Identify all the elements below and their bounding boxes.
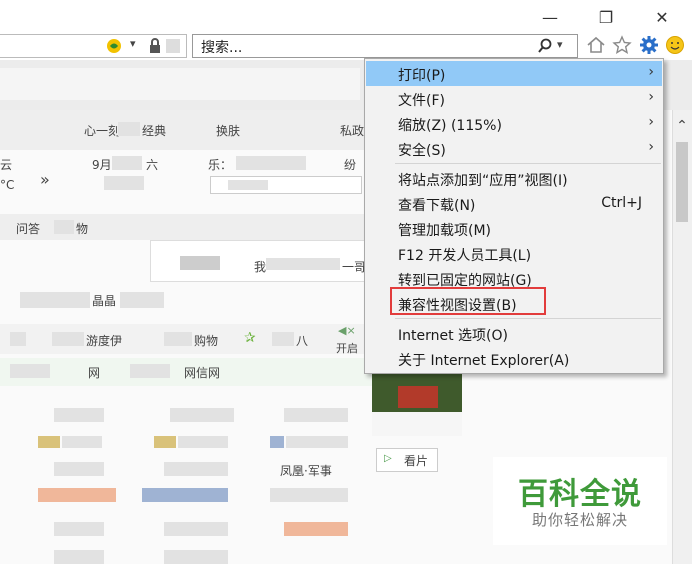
page-text: 一哥 <box>342 260 367 274</box>
menu-separator <box>395 318 661 319</box>
page-text: 游度伊 <box>86 334 123 348</box>
chevron-right-icon: › <box>648 139 654 155</box>
search-input[interactable]: 搜索... <box>201 37 242 57</box>
page-text: 晶晶 <box>92 294 117 308</box>
favorites-star-icon[interactable] <box>612 35 632 55</box>
page-text: 网信网 <box>184 366 221 380</box>
feedback-smiley-icon[interactable] <box>665 35 685 55</box>
scroll-up-icon[interactable]: ⌃ <box>674 118 690 134</box>
page-text: 云 <box>0 158 13 172</box>
page-text: 私政 <box>340 124 365 138</box>
chevron-right-icon: › <box>648 114 654 130</box>
close-button[interactable]: ✕ <box>642 4 682 30</box>
minimize-button[interactable]: — <box>530 4 570 30</box>
menu-item-label: 查看下载(N) <box>398 198 476 214</box>
dropdown-arrow-icon[interactable]: ▾ <box>130 37 136 50</box>
menu-item-internet-options[interactable]: Internet 选项(O) <box>366 321 662 346</box>
home-icon[interactable] <box>586 35 606 55</box>
highlight-annotation-box <box>390 287 546 315</box>
page-text: 问答 <box>16 222 41 236</box>
menu-item-label: 安全(S) <box>398 143 446 159</box>
page-text: 心一刻 <box>84 124 121 138</box>
settings-gear-icon[interactable] <box>639 35 659 55</box>
restore-button[interactable]: ❐ <box>586 4 626 30</box>
menu-item-manage-addons[interactable]: 管理加载项(M) <box>366 216 662 241</box>
menu-item-label: 关于 Internet Explorer(A) <box>398 353 570 369</box>
page-text: 9月 <box>92 158 112 172</box>
menu-item-view-downloads[interactable]: 查看下载(N) Ctrl+J <box>366 191 662 216</box>
menu-item-f12-developer-tools[interactable]: F12 开发人员工具(L) <box>366 241 662 266</box>
menu-item-label: 文件(F) <box>398 93 445 109</box>
page-text: 看片 <box>404 454 429 468</box>
page-text: 八 <box>296 334 309 348</box>
menu-item-label: 缩放(Z) (115%) <box>398 118 502 134</box>
watermark: 百科全说 助你轻松解决 <box>493 457 667 545</box>
minimize-icon: — <box>542 7 558 27</box>
menu-item-print[interactable]: 打印(P) › <box>366 61 662 86</box>
page-text: 六 <box>146 158 159 172</box>
menu-item-add-site-to-apps[interactable]: 将站点添加到“应用”视图(I) <box>366 166 662 191</box>
menu-separator <box>395 163 661 164</box>
page-text: °C <box>0 178 15 192</box>
page-text: » <box>40 170 50 189</box>
title-bar: — ❐ ✕ <box>0 0 692 32</box>
chevron-right-icon: › <box>648 89 654 105</box>
page-text: 购物 <box>194 334 219 348</box>
star-icon: ✰ <box>244 330 256 346</box>
menu-item-label: 将站点添加到“应用”视图(I) <box>398 173 568 189</box>
watermark-subtitle: 助你轻松解决 <box>531 511 628 529</box>
menu-item-label: Internet 选项(O) <box>398 328 508 344</box>
page-text: 开启 <box>336 342 358 355</box>
sound-icon: ◀× <box>338 324 356 337</box>
menu-item-label: 打印(P) <box>398 68 446 84</box>
menu-item-zoom[interactable]: 缩放(Z) (115%) › <box>366 111 662 136</box>
refresh-icon[interactable] <box>166 39 180 53</box>
search-dropdown-icon[interactable]: ▾ <box>557 38 563 51</box>
address-bar[interactable]: ▾ <box>0 34 187 58</box>
scroll-thumb[interactable] <box>676 142 688 222</box>
menu-item-file[interactable]: 文件(F) › <box>366 86 662 111</box>
menu-item-shortcut: Ctrl+J <box>601 195 642 211</box>
menu-item-about-ie[interactable]: 关于 Internet Explorer(A) <box>366 346 662 371</box>
watermark-title: 百科全说 <box>518 477 642 512</box>
tools-menu: 打印(P) › 文件(F) › 缩放(Z) (115%) › 安全(S) › 将… <box>364 58 664 374</box>
menu-item-safety[interactable]: 安全(S) › <box>366 136 662 161</box>
page-text: 我 <box>254 260 267 274</box>
compatibility-icon[interactable] <box>106 38 122 54</box>
lock-icon[interactable] <box>148 38 162 54</box>
page-text: 网 <box>88 366 101 380</box>
menu-item-label: F12 开发人员工具(L) <box>398 248 532 264</box>
menu-item-label: 管理加载项(M) <box>398 223 492 239</box>
search-box[interactable]: 搜索... ▾ <box>192 34 578 58</box>
restore-icon: ❐ <box>598 7 614 27</box>
play-icon: ▷ <box>384 453 392 464</box>
page-text: 换肤 <box>216 124 241 138</box>
close-icon: ✕ <box>655 7 669 27</box>
page-text: 经典 <box>142 124 167 138</box>
search-icon[interactable] <box>537 38 553 54</box>
page-text: 乐： <box>208 158 233 172</box>
page-text: 纷 <box>344 158 357 172</box>
page-text: 凤凰·军事 <box>280 464 332 478</box>
page-text: 物 <box>76 222 89 236</box>
chevron-right-icon: › <box>648 64 654 80</box>
